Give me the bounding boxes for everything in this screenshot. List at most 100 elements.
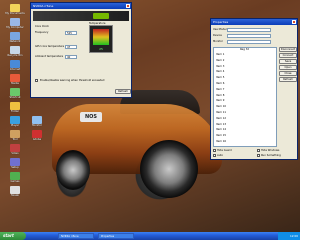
list-item[interactable]: Item 7 [216,88,224,91]
core-panel-label: Core Clock [35,25,49,28]
side-button[interactable]: Disconnect [279,47,297,52]
car-wheel-front [140,140,198,198]
desktop-icon-label: Network [9,40,21,43]
app-icon [10,60,20,68]
desktop-icon[interactable]: My Documents [4,4,26,15]
nvidia-row-label: Frequency [35,31,49,34]
desktop-icon-label: Adobe [32,138,42,141]
desktop-icon[interactable]: Internet [4,60,26,71]
footer-checkbox[interactable] [257,149,260,152]
close-icon[interactable] [126,4,130,8]
field-label: Monitor [213,40,223,43]
list-item[interactable]: Item 2 [216,59,224,62]
start-button[interactable]: start [0,232,26,240]
list-item[interactable]: Item 3 [216,65,224,68]
list-item[interactable]: Item 16 [216,140,226,143]
field-input[interactable] [227,27,271,32]
side-button[interactable]: Refresh [279,77,297,82]
desktop-icon-label: Monitor [32,124,42,127]
desktop-icon[interactable]: Tweak [4,186,26,197]
list-item[interactable]: Item 5 [216,76,224,79]
taskbar-task[interactable]: NVIDIA nTune [58,233,94,239]
list-item[interactable]: Item 12 [216,117,226,120]
list-item[interactable]: Item 11 [216,111,226,114]
properties-window[interactable]: Properties Use Model Device Monitor Reg 32… [210,18,298,160]
nvidia-window[interactable]: NVIDIA nTune Core Clock 25 Temperature F… [30,2,132,98]
nvidia-row-value[interactable]: 40 [65,54,77,59]
list-header: Reg 32 [240,48,250,51]
field-label: Use Model [213,28,227,31]
field-input[interactable] [227,39,271,44]
footer-checkbox[interactable] [213,154,216,157]
desktop-icon[interactable]: Games [4,172,26,183]
app-icon [10,158,20,166]
list-item[interactable]: Item 15 [216,134,226,137]
warning-checkbox[interactable] [35,79,38,82]
desktop-icon[interactable]: Shortcut [4,88,26,99]
desktop: NOS My Documents My Computer Network Recycl… [0,0,300,232]
nvidia-banner [33,11,129,21]
side-button[interactable]: Connect [279,53,297,58]
list-item[interactable]: Item 14 [216,128,226,131]
list-item[interactable]: Item 1 [216,53,224,56]
app-icon [10,186,20,194]
side-button[interactable]: Save [279,59,297,64]
desktop-icon[interactable]: Video [4,144,26,155]
field-input[interactable] [227,33,271,38]
desktop-icon[interactable]: Setup [4,158,26,169]
nvidia-row-value[interactable]: 47 [65,44,77,49]
temperature-graph [93,29,109,45]
desktop-icon[interactable]: Player [4,116,26,127]
list-item[interactable]: Item 10 [216,105,226,108]
nvidia-titlebar[interactable]: NVIDIA nTune [31,3,131,9]
properties-list[interactable]: Reg 32 Item 1 Item 2 Item 3 Item 4 Item 5 Ite… [213,47,277,147]
desktop-icon-label: My Computer [6,26,24,29]
app-icon [10,32,20,40]
side-button[interactable]: Close [279,71,297,76]
list-item[interactable]: Item 6 [216,82,224,85]
desktop-icon-label: Tweak [11,194,19,197]
desktop-icon-label: Tool [12,138,18,141]
desktop-icon-label: Media [11,82,19,85]
close-icon[interactable] [292,20,296,24]
desktop-icon[interactable]: My Computer [4,18,26,29]
footer-checkbox-label: Auto [217,154,224,157]
desktop-icon[interactable]: Media [4,74,26,85]
taskbar: start NVIDIA nTune Properties 12:00 [0,232,300,240]
list-item[interactable]: Item 4 [216,70,224,73]
desktop-icon[interactable]: Tool [4,130,26,141]
desktop-icon[interactable]: Monitor [26,116,48,127]
footer-checkbox[interactable] [213,149,216,152]
desktop-icon-label: Recycle Bin [7,54,23,57]
app-icon [10,88,20,96]
desktop-icon-label: Folder [10,110,19,113]
desktop-icon-label: Shortcut [9,96,21,99]
system-tray: 12:00 [278,232,300,240]
app-icon [10,144,20,152]
app-icon [10,18,20,26]
nvidia-logo-icon [93,13,109,19]
refresh-button[interactable]: Refresh [115,89,131,94]
app-icon [32,116,42,124]
desktop-icon-label: Setup [11,166,19,169]
nvidia-title: NVIDIA nTune [33,4,54,8]
app-icon [10,172,20,180]
desktop-icon[interactable]: Recycle Bin [4,46,26,57]
properties-titlebar[interactable]: Properties [211,19,297,25]
car-badge: NOS [80,112,102,122]
side-button[interactable]: Open [279,65,297,70]
list-item[interactable]: Item 8 [216,94,224,97]
app-icon [10,74,20,82]
list-item[interactable]: Item 9 [216,99,224,102]
list-item[interactable]: Item 13 [216,123,226,126]
desktop-icon-label: Player [10,124,20,127]
nvidia-row-value[interactable]: 525 [65,30,77,35]
taskbar-task[interactable]: Properties [98,233,134,239]
desktop-icon[interactable]: Folder [4,102,26,113]
desktop-icon[interactable]: Network [4,32,26,43]
warning-checkbox-label: Enable/disable warning when threshold ex… [40,79,105,82]
footer-checkbox-label: Hide Guard [217,149,232,152]
desktop-icon-label: Internet [9,68,21,71]
desktop-icon[interactable]: Adobe [26,130,48,141]
footer-checkbox[interactable] [257,154,260,157]
